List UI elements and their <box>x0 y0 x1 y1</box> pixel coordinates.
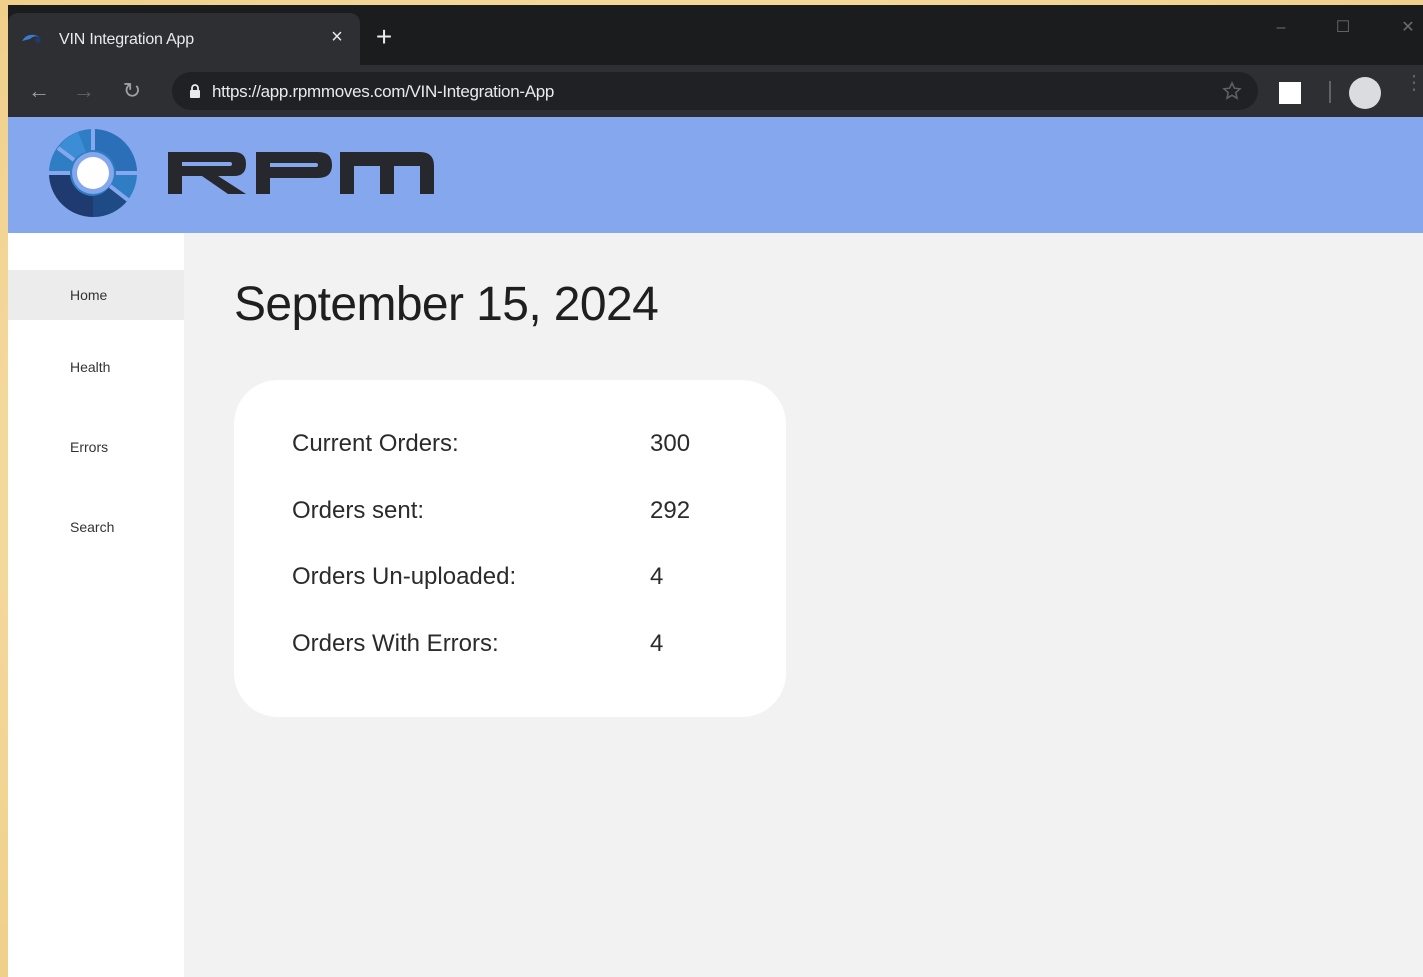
profile-avatar-icon[interactable] <box>1349 77 1381 109</box>
extension-icon[interactable] <box>1279 82 1301 104</box>
sidebar-item-label: Health <box>70 359 111 375</box>
main-content: September 15, 2024 Current Orders: 300 O… <box>184 233 1423 977</box>
sidebar-item-label: Errors <box>70 439 109 455</box>
stat-row-orders-unuploaded: Orders Un-uploaded: 4 <box>292 563 732 599</box>
sidebar-item-home[interactable]: Home <box>8 270 184 320</box>
sidebar-item-health[interactable]: Health <box>8 342 184 392</box>
tab-title: VIN Integration App <box>59 31 194 48</box>
sidebar-item-label: Search <box>70 519 115 535</box>
new-tab-button[interactable]: + <box>370 23 398 51</box>
tab-close-icon[interactable]: × <box>326 26 348 48</box>
address-bar[interactable]: https://app.rpmmoves.com/VIN-Integration… <box>172 72 1258 110</box>
stat-row-orders-sent: Orders sent: 292 <box>292 497 732 533</box>
stat-label: Current Orders: <box>292 430 459 457</box>
reload-icon[interactable]: ↻ <box>118 77 146 105</box>
sidebar-item-label: Home <box>70 287 108 303</box>
maximize-icon[interactable]: ☐ <box>1328 13 1358 43</box>
app-header <box>8 117 1423 233</box>
stat-value: 300 <box>650 430 691 457</box>
stat-value: 4 <box>650 563 664 590</box>
rpm-logo-icon <box>49 129 137 218</box>
stat-label: Orders sent: <box>292 497 425 524</box>
browser-menu-icon[interactable]: ⋮ <box>1404 73 1423 103</box>
stat-label: Orders With Errors: <box>292 630 499 657</box>
stat-row-current-orders: Current Orders: 300 <box>292 430 732 466</box>
toolbar-divider <box>1329 81 1331 103</box>
stat-row-orders-with-errors: Orders With Errors: 4 <box>292 630 732 666</box>
sidebar: Home Health Errors Search <box>8 233 184 977</box>
forward-icon[interactable]: → <box>70 77 98 105</box>
stat-label: Orders Un-uploaded: <box>292 563 517 590</box>
browser-titlebar: VIN Integration App × + – ☐ ✕ <box>8 5 1423 65</box>
back-icon[interactable]: ← <box>25 77 53 105</box>
stat-value: 292 <box>650 497 691 524</box>
sidebar-item-errors[interactable]: Errors <box>8 422 184 472</box>
lock-icon <box>190 84 200 98</box>
bookmark-star-icon[interactable] <box>1222 81 1242 101</box>
browser-window: VIN Integration App × + – ☐ ✕ ← → ↻ http… <box>8 5 1423 977</box>
favicon-icon <box>22 34 41 43</box>
sidebar-item-search[interactable]: Search <box>8 502 184 552</box>
stat-value: 4 <box>650 630 664 657</box>
browser-tab[interactable]: VIN Integration App × <box>8 13 360 65</box>
rpm-wordmark <box>168 152 434 194</box>
close-window-icon[interactable]: ✕ <box>1393 13 1423 43</box>
stats-card: Current Orders: 300 Orders sent: 292 Ord… <box>234 380 786 717</box>
browser-toolbar: ← → ↻ https://app.rpmmoves.com/VIN-Integ… <box>8 65 1423 117</box>
page-title: September 15, 2024 <box>234 278 659 331</box>
url-text[interactable]: https://app.rpmmoves.com/VIN-Integration… <box>212 82 554 102</box>
minimize-icon[interactable]: – <box>1266 13 1296 43</box>
